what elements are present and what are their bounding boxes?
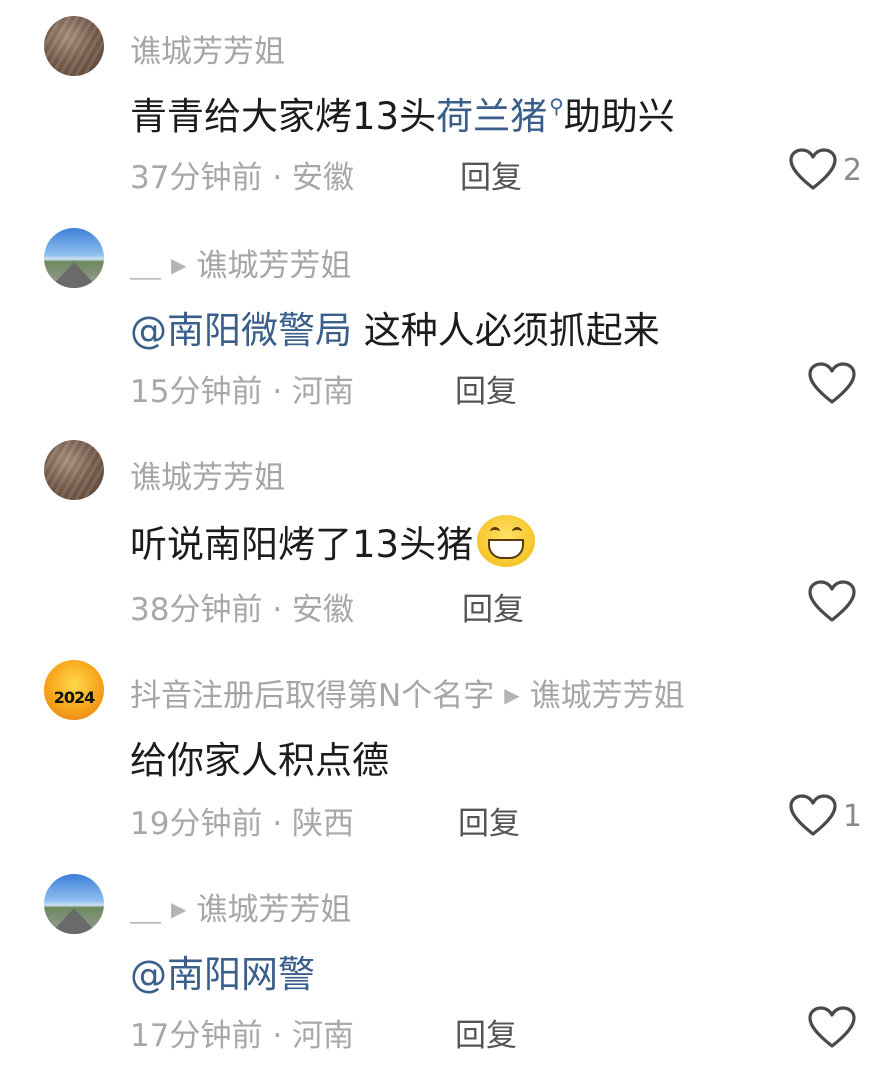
triangle-right-icon: ▶ [504, 683, 520, 707]
reply-button[interactable]: 回复 [462, 584, 524, 629]
avatar[interactable] [44, 16, 104, 76]
like-count: 1 [842, 798, 862, 834]
heart-outline-icon [808, 1006, 856, 1048]
author-name[interactable]: 抖音注册后取得第N个名字 ▶ 谯城芳芳姐 [130, 670, 685, 715]
reply-button[interactable]: 回复 [455, 366, 517, 411]
author-name[interactable]: ＿ ▶ 谯城芳芳姐 [130, 240, 351, 285]
comment-text: @南阳网警 [130, 944, 315, 998]
like-button[interactable]: 2 [789, 148, 862, 192]
comment-text: 听说南阳烤了13头猪 [130, 514, 536, 568]
mention-link[interactable]: @南阳网警 [130, 953, 315, 996]
like-count: 2 [842, 152, 862, 188]
avatar[interactable] [44, 440, 104, 500]
like-button[interactable] [808, 580, 862, 624]
reply-button[interactable]: 回复 [458, 798, 520, 843]
comment-text: 给你家人积点德 [130, 739, 389, 782]
triangle-right-icon: ▶ [171, 897, 187, 921]
comment-text: @南阳微警局 这种人必须抓起来 [130, 309, 660, 352]
search-link[interactable]: 荷兰猪 [436, 95, 547, 138]
comment-text: 青青给大家烤13头荷兰猪 ⚲助助兴 [130, 94, 675, 138]
author-name[interactable]: 谯城芳芳姐 [130, 452, 285, 497]
author-name[interactable]: 谯城芳芳姐 [130, 26, 285, 71]
like-button[interactable] [808, 362, 862, 406]
avatar[interactable] [44, 228, 104, 288]
author-name[interactable]: ＿ ▶ 谯城芳芳姐 [130, 884, 351, 929]
avatar[interactable]: 2024 [44, 660, 104, 720]
grinning-emoji [477, 515, 536, 567]
search-icon: ⚲ [549, 94, 564, 118]
comment-meta: 15分钟前 · 河南 [130, 374, 355, 410]
comment-meta: 19分钟前 · 陕西 [130, 806, 355, 842]
avatar-text: 2024 [53, 688, 96, 707]
heart-outline-icon [808, 362, 856, 404]
mention-link[interactable]: @南阳微警局 [130, 309, 352, 352]
reply-button[interactable]: 回复 [455, 1010, 517, 1055]
like-button[interactable] [808, 1006, 862, 1050]
comment-meta: 38分钟前 · 安徽 [130, 592, 355, 628]
comment-meta: 37分钟前 · 安徽 [130, 160, 355, 196]
heart-outline-icon [789, 148, 837, 190]
heart-outline-icon [789, 794, 837, 836]
like-button[interactable]: 1 [789, 794, 862, 838]
heart-outline-icon [808, 580, 856, 622]
reply-button[interactable]: 回复 [460, 152, 522, 197]
triangle-right-icon: ▶ [171, 253, 187, 277]
avatar[interactable] [44, 874, 104, 934]
comment-meta: 17分钟前 · 河南 [130, 1018, 355, 1054]
